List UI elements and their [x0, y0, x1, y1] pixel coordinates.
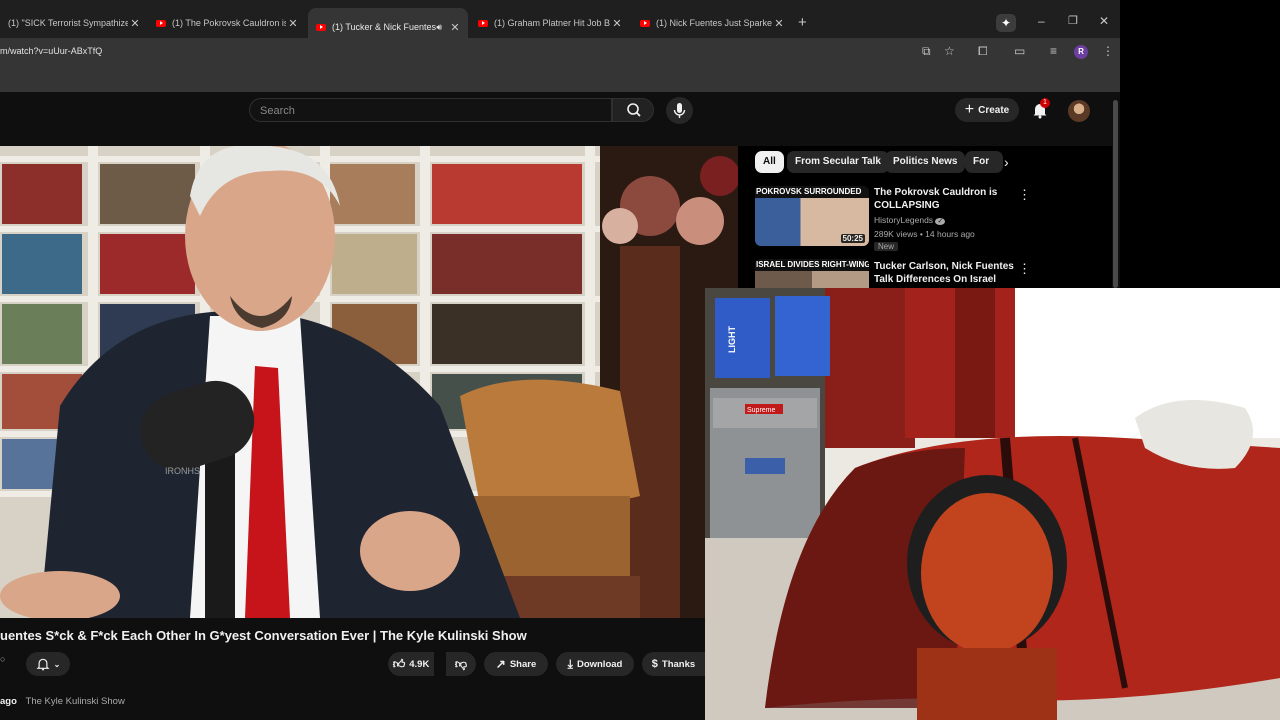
- voice-search-button[interactable]: [666, 97, 693, 124]
- bell-icon: [36, 658, 50, 671]
- more-options-icon[interactable]: ⋮: [1018, 187, 1031, 203]
- upload-age: ago: [0, 696, 17, 707]
- thumb-caption: POKROVSK SURROUNDED: [755, 186, 869, 198]
- download-button[interactable]: ⤓ Download: [556, 652, 634, 676]
- close-icon[interactable]: ✕: [772, 17, 786, 30]
- thumbs-down-icon: 👎︎: [454, 656, 468, 671]
- thumb-caption: ISRAEL DIVIDES RIGHT-WING: [755, 259, 869, 271]
- close-icon[interactable]: ✕: [128, 17, 142, 30]
- maximize-icon[interactable]: ❐: [1068, 14, 1078, 27]
- search-button[interactable]: [612, 98, 654, 122]
- duration-badge: 50:25: [840, 234, 865, 243]
- rec-title[interactable]: Tucker Carlson, Nick Fuentes Talk Differ…: [874, 260, 1014, 286]
- tab-title: (1) "SICK Terrorist Sympathizer": [8, 18, 128, 28]
- like-count: 4.9K: [409, 658, 430, 670]
- bookmark-star-icon[interactable]: ☆: [944, 44, 955, 58]
- browser-tab[interactable]: (1) "SICK Terrorist Sympathizer" ✕: [0, 8, 148, 38]
- mic-icon: [673, 103, 686, 118]
- mic-brand-text: IRONHS: [165, 466, 200, 476]
- browser-tab[interactable]: (1) Graham Platner Hit Job BAC ✕: [470, 8, 630, 38]
- chevron-down-icon: ⌄: [53, 659, 61, 669]
- tab-title: (1) The Pokrovsk Cauldron is CO: [172, 18, 286, 28]
- youtube-favicon-icon: [316, 23, 326, 31]
- search-input[interactable]: Search: [249, 98, 612, 122]
- chip-from-secular-talk[interactable]: From Secular Talk: [787, 151, 889, 173]
- chip-all[interactable]: All: [755, 151, 784, 173]
- youtube-favicon-icon: [640, 19, 650, 27]
- like-button[interactable]: 👍︎ 4.9K: [388, 652, 434, 676]
- dislike-button[interactable]: 👎︎: [446, 652, 476, 676]
- minimize-icon[interactable]: –: [1038, 14, 1045, 28]
- tab-title: (1) Tucker & Nick Fuentes S: [332, 22, 437, 32]
- rec-meta: 289K views • 14 hours ago: [874, 229, 975, 239]
- webcam-frame: LIGHT Supreme: [705, 288, 1280, 720]
- install-app-icon[interactable]: ⧉: [922, 44, 931, 59]
- thanks-icon: $: [651, 658, 658, 670]
- thumbs-up-icon: 👍︎: [392, 656, 406, 671]
- notifications-button[interactable]: 1: [1031, 98, 1050, 124]
- browser-menu-icon[interactable]: ⋮: [1102, 44, 1114, 58]
- window-close-icon[interactable]: ✕: [1099, 14, 1109, 28]
- channel-name: HistoryLegends: [874, 215, 934, 225]
- description-meta: ago The Kyle Kulinski Show: [0, 696, 125, 707]
- rec-thumbnail[interactable]: POKROVSK SURROUNDED 50:25: [755, 186, 869, 246]
- extensions-icon[interactable]: ⧠: [978, 44, 988, 59]
- share-icon: ↗: [495, 657, 506, 671]
- rec-thumbnail[interactable]: ISRAEL DIVIDES RIGHT-WING: [755, 259, 869, 288]
- thanks-label: Thanks: [661, 658, 696, 670]
- sticker-text: Supreme: [747, 407, 776, 414]
- subscription-bell-button[interactable]: ⌄: [26, 652, 70, 676]
- gemini-icon[interactable]: ✦: [996, 14, 1016, 32]
- youtube-favicon-icon: [478, 19, 488, 27]
- chevron-right-icon[interactable]: ›: [1004, 154, 1009, 170]
- chip-politics-news[interactable]: Politics News: [885, 151, 966, 173]
- bookmarks-bar: [0, 66, 1120, 92]
- new-tab-icon[interactable]: +: [798, 14, 807, 31]
- verified-icon: ✓: [935, 218, 946, 225]
- chip-for[interactable]: For: [965, 151, 1003, 173]
- webcam-overlay: LIGHT Supreme: [705, 288, 1280, 720]
- account-avatar[interactable]: [1068, 100, 1090, 122]
- close-icon[interactable]: ✕: [286, 17, 300, 30]
- scrollbar-thumb[interactable]: [1113, 100, 1118, 288]
- close-icon[interactable]: ✕: [610, 17, 624, 30]
- channel-link[interactable]: The Kyle Kulinski Show: [26, 696, 125, 707]
- more-options-icon[interactable]: ⋮: [1018, 261, 1031, 277]
- profile-avatar[interactable]: R: [1074, 45, 1088, 59]
- tab-title: (1) Graham Platner Hit Job BAC: [494, 18, 610, 28]
- video-player[interactable]: IRONHS: [0, 146, 738, 618]
- video-frame: IRONHS: [0, 146, 738, 618]
- video-title: uentes S*ck & F*ck Each Other In G*yest …: [0, 628, 527, 643]
- download-label: Download: [576, 658, 623, 670]
- url-field[interactable]: m/watch?v=uUur-ABxTfQ: [0, 46, 102, 56]
- speaker-icon[interactable]: 🔊︎: [436, 22, 442, 33]
- thanks-button[interactable]: $ Thanks: [642, 652, 705, 676]
- new-badge: New: [874, 242, 899, 251]
- rec-title[interactable]: The Pokrovsk Cauldron is COLLAPSING: [874, 186, 1014, 212]
- tab-title: (1) Nick Fuentes Just Sparked th: [656, 18, 772, 28]
- browser-tab[interactable]: (1) Nick Fuentes Just Sparked th ✕: [632, 8, 792, 38]
- close-icon[interactable]: ✕: [448, 21, 462, 34]
- create-label: Create: [978, 104, 1010, 116]
- download-icon: ⤓: [567, 656, 573, 671]
- youtube-favicon-icon: [156, 19, 166, 27]
- media-controls-icon[interactable]: ≡: [1050, 44, 1057, 58]
- share-button[interactable]: ↗ Share: [484, 652, 548, 676]
- share-label: Share: [509, 658, 537, 670]
- box-text: LIGHT: [727, 326, 737, 353]
- create-button[interactable]: + Create: [955, 98, 1019, 122]
- plus-icon: +: [964, 101, 975, 118]
- notification-badge: 1: [1040, 98, 1050, 108]
- dot-icon: ○: [0, 654, 6, 664]
- search-icon: [627, 103, 641, 117]
- browser-tab[interactable]: (1) The Pokrovsk Cauldron is CO ✕: [148, 8, 306, 38]
- side-panel-icon[interactable]: ▭: [1014, 44, 1025, 58]
- rec-channel[interactable]: HistoryLegends ✓: [874, 215, 946, 225]
